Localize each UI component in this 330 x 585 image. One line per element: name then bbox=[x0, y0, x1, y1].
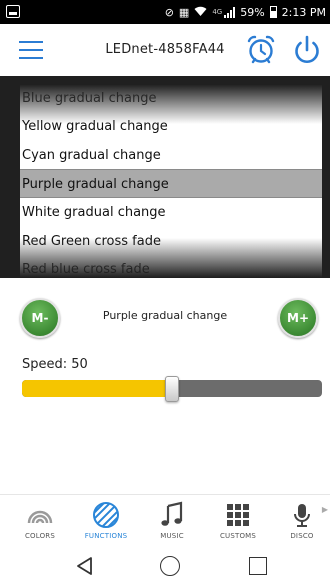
app-header: LEDnet-4858FA44 bbox=[0, 24, 330, 76]
battery-percent: 59% bbox=[240, 5, 265, 19]
signal-icon bbox=[224, 6, 236, 18]
more-tabs-arrow-icon[interactable]: ▶ bbox=[322, 505, 328, 514]
mode-row: M- Purple gradual change M+ bbox=[0, 296, 330, 344]
picker-item[interactable]: Red Green cross fade bbox=[20, 227, 322, 256]
speed-slider-thumb[interactable] bbox=[165, 376, 179, 402]
recent-apps-icon[interactable] bbox=[249, 557, 267, 575]
picker-item[interactable]: Blue gradual change bbox=[20, 84, 322, 113]
tab-music[interactable]: MUSIC bbox=[146, 495, 198, 547]
current-mode-label: Purple gradual change bbox=[102, 309, 228, 322]
picker-item[interactable]: Yellow gradual change bbox=[20, 112, 322, 141]
home-icon[interactable] bbox=[160, 556, 180, 576]
grid-icon bbox=[224, 501, 252, 529]
tab-functions[interactable]: FUNCTIONS bbox=[80, 495, 132, 547]
picker-item-selected[interactable]: Purple gradual change bbox=[20, 169, 322, 198]
rainbow-icon bbox=[26, 501, 54, 529]
speed-slider-fill bbox=[22, 380, 172, 397]
status-indicators: ⊘ ▦ 4G 59% 2:13 PM bbox=[165, 0, 326, 24]
status-bar: ⊘ ▦ 4G 59% 2:13 PM bbox=[0, 0, 330, 24]
tab-label: CUSTOMS bbox=[219, 532, 257, 540]
tab-label: MUSIC bbox=[160, 532, 184, 540]
picker-item[interactable]: Red blue cross fade bbox=[20, 255, 322, 278]
alarm-clock-icon[interactable] bbox=[246, 34, 276, 66]
function-picker[interactable]: Blue gradual change Yellow gradual chang… bbox=[20, 84, 322, 278]
tab-customs[interactable]: CUSTOMS bbox=[212, 495, 264, 547]
tab-label: FUNCTIONS bbox=[84, 532, 128, 540]
tab-label: COLORS bbox=[24, 532, 56, 540]
picker-item[interactable]: White gradual change bbox=[20, 198, 322, 227]
vibrate-icon: ▦ bbox=[178, 5, 190, 19]
power-icon[interactable] bbox=[292, 34, 322, 66]
mode-minus-button[interactable]: M- bbox=[20, 298, 60, 338]
microphone-icon bbox=[288, 501, 316, 529]
app-screen: ⊘ ▦ 4G 59% 2:13 PM LEDnet-4858FA44 Blue … bbox=[0, 0, 330, 585]
functions-icon bbox=[92, 501, 120, 529]
mode-plus-button[interactable]: M+ bbox=[278, 298, 318, 338]
do-not-disturb-icon: ⊘ bbox=[164, 5, 174, 19]
tab-disco[interactable]: DISCO bbox=[276, 495, 328, 547]
system-nav-bar bbox=[0, 546, 330, 585]
network-type-label: 4G bbox=[212, 8, 223, 16]
tab-label: DISCO bbox=[290, 532, 314, 540]
picker-item[interactable]: Cyan gradual change bbox=[20, 141, 322, 170]
battery-icon bbox=[269, 6, 277, 18]
gallery-notification-icon bbox=[6, 5, 20, 18]
device-name: LEDnet-4858FA44 bbox=[105, 42, 225, 57]
clock: 2:13 PM bbox=[281, 5, 326, 19]
speed-label: Speed: 50 bbox=[22, 357, 88, 372]
music-note-icon bbox=[158, 501, 186, 529]
tab-colors[interactable]: COLORS bbox=[14, 495, 66, 547]
back-icon[interactable] bbox=[75, 556, 95, 576]
bottom-tab-bar: COLORS FUNCTIONS MUSIC CUSTOMS DISCO ▶ bbox=[0, 494, 330, 546]
wifi-icon bbox=[194, 6, 207, 19]
